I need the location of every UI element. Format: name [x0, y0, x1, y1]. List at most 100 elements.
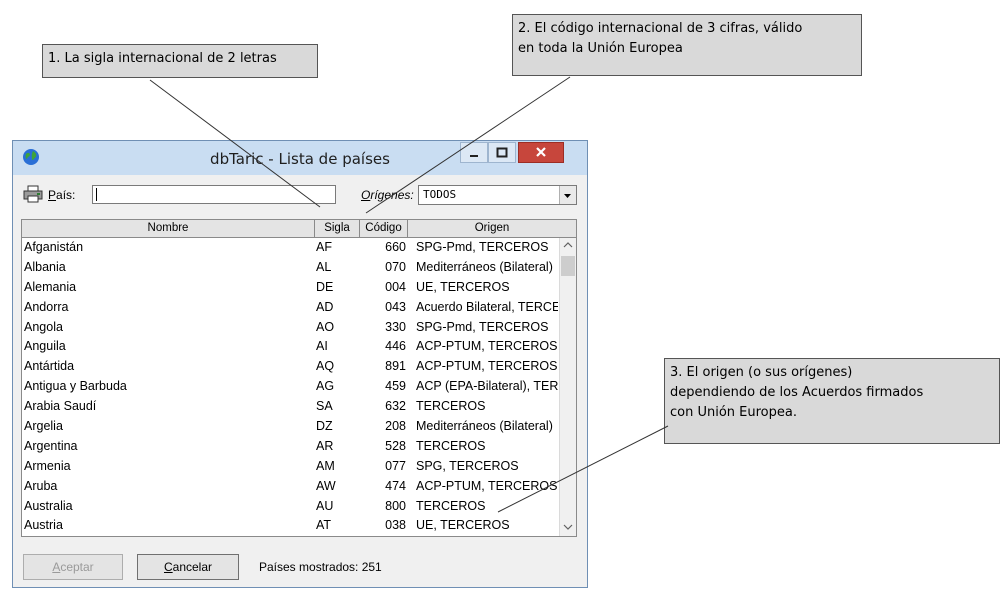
cell-codigo: 446: [385, 339, 406, 354]
cell-codigo: 330: [385, 319, 406, 334]
cell-codigo: 528: [385, 438, 406, 453]
cell-codigo: 043: [385, 299, 406, 314]
origenes-label-text: rígenes:: [370, 188, 414, 202]
table-row[interactable]: Antigua y Barbuda AG 459 ACP (EPA-Bilateral…: [22, 377, 560, 397]
cell-origen: ACP-PTUM, TERCEROS: [416, 359, 558, 374]
table-row[interactable]: Anguila AI 446 ACP-PTUM, TERCEROS: [22, 337, 560, 357]
table-header: Nombre Sigla Código Origen: [22, 220, 576, 238]
cell-sigla: AT: [316, 518, 332, 533]
table-row[interactable]: Australia AU 800 TERCEROS: [22, 497, 560, 517]
pais-label-accelerator: P: [48, 188, 57, 202]
paises-count: Países mostrados: 251: [259, 560, 382, 574]
cell-nombre: Albania: [24, 259, 66, 274]
cell-origen: SPG-Pmd, TERCEROS: [416, 319, 549, 334]
minimize-button[interactable]: [460, 142, 488, 163]
callout-sigla: 1. La sigla internacional de 2 letras: [42, 44, 318, 78]
cell-nombre: Antártida: [24, 359, 75, 374]
callout-codigo-line1: 2. El código internacional de 3 cifras, …: [518, 21, 803, 36]
cell-nombre: Alemania: [24, 279, 77, 294]
cell-nombre: Aruba: [24, 478, 58, 493]
callout-origen-line1: 3. El origen (o sus orígenes): [670, 365, 853, 380]
cell-nombre: Armenia: [24, 458, 71, 473]
paises-table: Nombre Sigla Código Origen Afganistán AF 6…: [21, 219, 577, 537]
cell-origen: SPG-Pmd, TERCEROS: [416, 240, 549, 254]
pais-label: País:: [48, 188, 75, 202]
dialog-client-area: País: Orígenes: TODOS Nombre Sigla Códig…: [17, 175, 583, 585]
cell-codigo: 474: [385, 478, 406, 493]
origenes-label-accelerator: O: [361, 188, 371, 202]
cell-nombre: Austria: [24, 518, 63, 533]
cell-nombre: Argelia: [24, 419, 63, 434]
cell-origen: SPG, TERCEROS: [416, 458, 519, 473]
cell-sigla: AQ: [316, 359, 335, 374]
table-row[interactable]: Armenia AM 077 SPG, TERCEROS: [22, 457, 560, 477]
cell-nombre: Australia: [24, 498, 73, 513]
aceptar-label: ceptar: [60, 560, 94, 574]
table-row[interactable]: Afganistán AF 660 SPG-Pmd, TERCEROS: [22, 238, 560, 258]
pais-input[interactable]: [92, 185, 336, 204]
cell-origen: ACP-PTUM, TERCEROS: [416, 478, 558, 493]
cell-origen: ACP (EPA-Bilateral), TERCEROS: [416, 379, 558, 394]
cell-codigo: 459: [385, 379, 406, 394]
cell-sigla: AO: [316, 319, 335, 334]
printer-icon[interactable]: [23, 185, 43, 203]
cell-codigo: 077: [385, 458, 406, 473]
cell-origen: UE, TERCEROS: [416, 518, 510, 533]
origenes-dropdown-button[interactable]: [559, 186, 576, 204]
cell-origen: TERCEROS: [416, 438, 486, 453]
table-row[interactable]: Austria AT 038 UE, TERCEROS: [22, 516, 560, 536]
cell-origen: Acuerdo Bilateral, TERCEROS: [416, 299, 558, 314]
scroll-thumb[interactable]: [561, 256, 575, 276]
cell-nombre: Antigua y Barbuda: [24, 379, 127, 394]
table-row[interactable]: Antártida AQ 891 ACP-PTUM, TERCEROS: [22, 357, 560, 377]
cell-nombre: Andorra: [24, 299, 69, 314]
table-row[interactable]: Aruba AW 474 ACP-PTUM, TERCEROS: [22, 477, 560, 497]
vertical-scrollbar[interactable]: [559, 238, 576, 536]
cancelar-accelerator: C: [163, 560, 173, 574]
column-header-sigla[interactable]: Sigla: [315, 220, 360, 238]
table-body: Afganistán AF 660 SPG-Pmd, TERCEROS Albania A…: [22, 238, 560, 536]
close-icon: [536, 147, 546, 157]
close-button[interactable]: [518, 142, 564, 163]
table-row[interactable]: Arabia Saudí SA 632 TERCEROS: [22, 397, 560, 417]
callout-codigo-line2: en toda la Unión Europea: [518, 41, 683, 56]
cell-codigo: 800: [385, 498, 406, 513]
callout-origen: 3. El origen (o sus orígenes) dependiend…: [664, 358, 1000, 444]
origenes-select[interactable]: TODOS: [418, 185, 577, 205]
scroll-up-button[interactable]: [560, 238, 576, 254]
scroll-up-icon: [563, 242, 573, 248]
table-row[interactable]: Andorra AD 043 Acuerdo Bilateral, TERCEROS: [22, 298, 560, 318]
cell-nombre: Afganistán: [24, 240, 84, 254]
cell-sigla: AM: [316, 458, 335, 473]
callout-origen-line3: con Unión Europea.: [670, 405, 797, 420]
scroll-down-button[interactable]: [560, 520, 576, 536]
callout-origen-line2: dependiendo de los Acuerdos firmados: [670, 385, 924, 400]
cell-nombre: Angola: [24, 319, 63, 334]
cancelar-button[interactable]: Cancelar: [137, 554, 239, 580]
maximize-icon: [496, 147, 508, 158]
table-row[interactable]: Alemania DE 004 UE, TERCEROS: [22, 278, 560, 298]
column-header-nombre[interactable]: Nombre: [22, 220, 315, 238]
cell-nombre: Arabia Saudí: [24, 399, 97, 414]
cell-sigla: DZ: [316, 419, 333, 434]
column-header-origen[interactable]: Origen: [408, 220, 576, 238]
title-bar[interactable]: dbTaric - Lista de países: [13, 141, 587, 175]
callout-sigla-text: 1. La sigla internacional de 2 letras: [48, 51, 277, 66]
table-row[interactable]: Argentina AR 528 TERCEROS: [22, 437, 560, 457]
maximize-button[interactable]: [488, 142, 516, 163]
cell-codigo: 208: [385, 419, 406, 434]
cell-sigla: AI: [316, 339, 328, 354]
cell-origen: TERCEROS: [416, 498, 486, 513]
cell-origen: Mediterráneos (Bilateral): [416, 419, 553, 434]
column-header-codigo[interactable]: Código: [360, 220, 408, 238]
cell-origen: Mediterráneos (Bilateral): [416, 259, 553, 274]
aceptar-button[interactable]: Aceptar: [23, 554, 123, 580]
table-row[interactable]: Argelia DZ 208 Mediterráneos (Bilateral): [22, 417, 560, 437]
cell-codigo: 660: [385, 240, 406, 254]
origenes-label: Orígenes:: [361, 188, 414, 202]
cell-sigla: AR: [316, 438, 334, 453]
cell-origen: TERCEROS: [416, 399, 486, 414]
pais-label-text: aís:: [56, 188, 76, 202]
table-row[interactable]: Albania AL 070 Mediterráneos (Bilateral): [22, 258, 560, 278]
table-row[interactable]: Angola AO 330 SPG-Pmd, TERCEROS: [22, 318, 560, 338]
